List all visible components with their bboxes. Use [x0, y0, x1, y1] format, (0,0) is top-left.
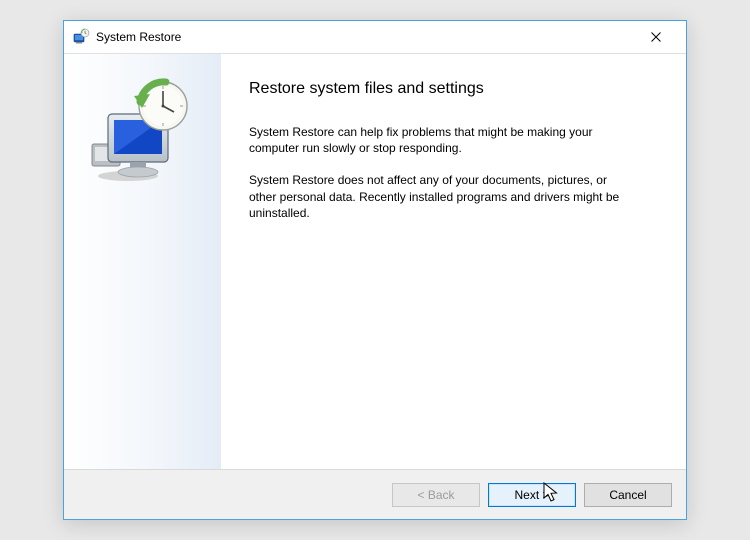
back-button: < Back [392, 483, 480, 507]
restore-computer-clock-icon [88, 76, 198, 186]
close-icon [651, 32, 661, 42]
window-title: System Restore [96, 30, 634, 44]
content-panel: Restore system files and settings System… [221, 54, 686, 469]
sidebar-graphic-panel [64, 54, 221, 469]
dialog-footer: < Back Next > Cancel [64, 469, 686, 519]
page-heading: Restore system files and settings [249, 80, 646, 98]
dialog-body: Restore system files and settings System… [64, 53, 686, 469]
cancel-button[interactable]: Cancel [584, 483, 672, 507]
intro-paragraph-1: System Restore can help fix problems tha… [249, 124, 629, 156]
titlebar: System Restore [64, 21, 686, 53]
system-restore-icon [72, 28, 90, 46]
next-button[interactable]: Next > [488, 483, 576, 507]
intro-paragraph-2: System Restore does not affect any of yo… [249, 172, 629, 221]
system-restore-dialog: System Restore [63, 20, 687, 520]
close-button[interactable] [634, 22, 678, 52]
